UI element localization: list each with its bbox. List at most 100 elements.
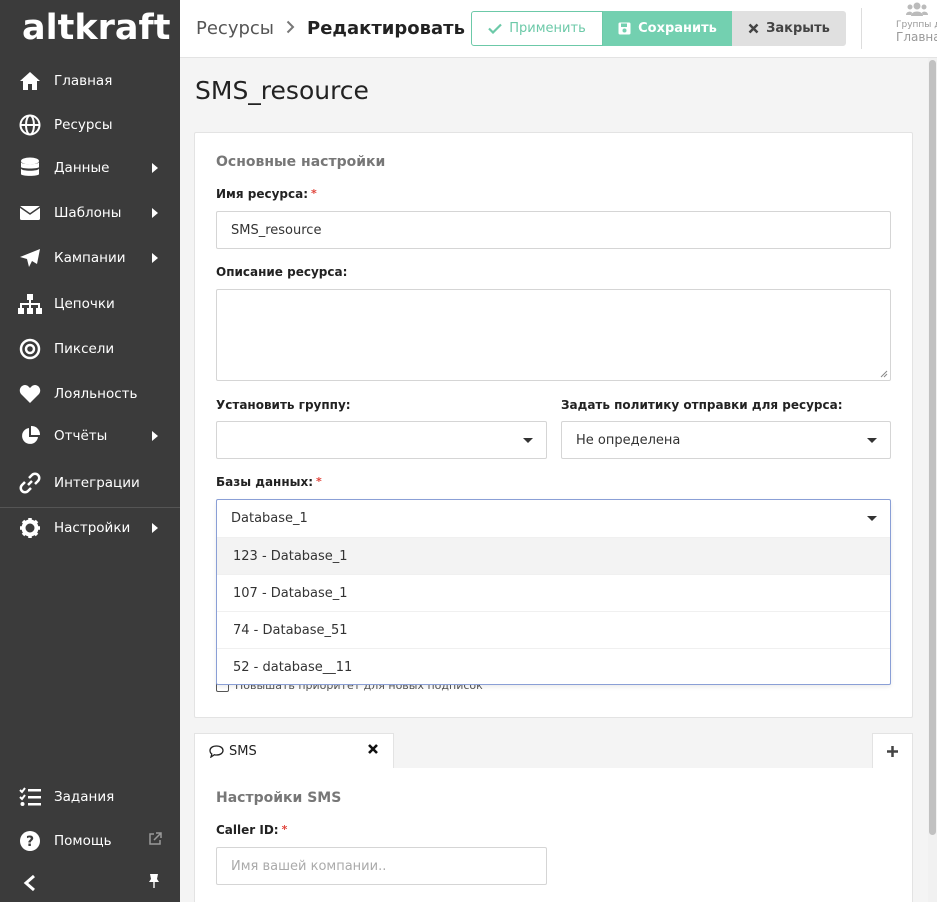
database-icon — [18, 156, 42, 180]
resource-name-label: Имя ресурса: * — [216, 187, 317, 201]
sidebar-item-help[interactable]: ? Помощь — [0, 821, 180, 861]
apply-button[interactable]: Применить — [471, 11, 603, 46]
policy-select[interactable]: Не определена — [561, 421, 891, 459]
envelope-icon — [18, 201, 42, 225]
caret-down-icon — [867, 438, 877, 443]
question-icon: ? — [18, 829, 42, 853]
chevron-right-icon — [286, 19, 295, 38]
scrollbar-thumb[interactable] — [929, 60, 936, 835]
database-option[interactable]: 74 - Database_51 — [217, 611, 890, 648]
page-scrollbar[interactable] — [928, 58, 937, 902]
target-icon — [18, 337, 42, 361]
sidebar-item-settings[interactable]: Настройки — [0, 508, 180, 548]
sidebar-item-label: Отчёты — [54, 428, 108, 444]
databases-dropdown[interactable]: Database_1 123 - Database_1 107 - Databa… — [216, 499, 891, 685]
databases-selected-text: Database_1 — [231, 511, 308, 526]
sidebar-item-reports[interactable]: Отчёты — [0, 416, 180, 456]
sidebar-item-label: Настройки — [54, 520, 131, 536]
sidebar-item-templates[interactable]: Шаблоны — [0, 193, 180, 233]
pie-chart-icon — [18, 424, 42, 448]
policy-select-value: Не определена — [576, 432, 681, 448]
group-select[interactable] — [216, 421, 547, 459]
caller-id-label: Caller ID: * — [216, 823, 287, 837]
sidebar-item-data[interactable]: Данные — [0, 148, 180, 188]
comment-icon — [209, 745, 224, 758]
close-icon[interactable] — [367, 743, 379, 755]
save-button[interactable]: Сохранить — [603, 11, 732, 46]
sidebar-item-loyalty[interactable]: Лояльность — [0, 374, 180, 414]
apply-button-label: Применить — [509, 21, 586, 36]
sidebar-item-label: Данные — [54, 160, 110, 176]
sidebar-item-home[interactable]: Главная — [0, 61, 180, 101]
databases-select-value[interactable]: Database_1 — [217, 500, 890, 537]
required-mark: * — [316, 475, 322, 488]
tab-sms-label: SMS — [229, 744, 257, 759]
database-option[interactable]: 52 - database__11 — [217, 648, 890, 685]
section-title: Основные настройки — [216, 154, 386, 170]
users-icon — [905, 2, 928, 16]
sidebar-item-pixels[interactable]: Пиксели — [0, 329, 180, 369]
chevron-right-icon — [152, 523, 158, 533]
close-button[interactable]: Закрыть — [732, 11, 846, 46]
caller-id-placeholder: Имя вашей компании.. — [231, 858, 387, 874]
sidebar-item-integrations[interactable]: Интеграции — [0, 463, 180, 503]
sidebar-item-label: Помощь — [54, 833, 112, 849]
divider — [861, 8, 862, 49]
tasks-icon — [18, 785, 42, 809]
resource-name-input[interactable]: SMS_resource — [216, 211, 891, 249]
group-label: Установить группу: — [216, 398, 351, 412]
sitemap-icon — [18, 292, 42, 316]
paper-plane-icon — [18, 246, 42, 270]
sms-settings-title: Настройки SMS — [216, 790, 342, 806]
required-mark: * — [281, 823, 288, 836]
group-selector[interactable]: Группы д Главна — [896, 2, 937, 44]
add-tab-button[interactable] — [872, 733, 913, 769]
heart-icon — [18, 382, 42, 406]
databases-label: Базы данных: * — [216, 475, 322, 489]
sidebar-item-tasks[interactable]: Задания — [0, 777, 180, 817]
chevron-right-icon — [152, 253, 158, 263]
resource-name-label-text: Имя ресурса: — [216, 187, 308, 201]
sidebar: altkraft Главная Ресурсы Данные Шаблоны … — [0, 0, 180, 902]
group-selector-value: Главна — [896, 30, 937, 44]
database-option[interactable]: 123 - Database_1 — [217, 537, 890, 574]
chevron-left-icon[interactable] — [18, 871, 42, 895]
globe-icon — [18, 113, 42, 137]
sidebar-item-label: Ресурсы — [54, 117, 113, 133]
description-textarea[interactable] — [216, 289, 891, 381]
breadcrumb-parent[interactable]: Ресурсы — [196, 18, 274, 39]
page-title: SMS_resource — [195, 76, 369, 105]
sidebar-item-resources[interactable]: Ресурсы — [0, 105, 180, 145]
gear-icon — [18, 516, 42, 540]
sidebar-item-chains[interactable]: Цепочки — [0, 284, 180, 324]
check-icon — [488, 23, 503, 34]
sidebar-item-label: Кампании — [54, 250, 126, 266]
chevron-right-icon — [152, 431, 158, 441]
pin-icon[interactable] — [148, 873, 160, 893]
tab-sms[interactable]: SMS — [194, 733, 394, 769]
close-button-label: Закрыть — [766, 21, 830, 36]
home-icon — [18, 69, 42, 93]
top-header: Ресурсы Редактировать Применить Сохранит… — [180, 0, 937, 58]
caller-id-input[interactable]: Имя вашей компании.. — [216, 847, 547, 885]
required-mark: * — [311, 187, 317, 200]
caret-down-icon — [867, 516, 877, 521]
sidebar-item-label: Главная — [54, 73, 113, 89]
database-option[interactable]: 107 - Database_1 — [217, 574, 890, 611]
sidebar-item-label: Лояльность — [54, 386, 138, 402]
svg-text:?: ? — [26, 834, 34, 850]
resize-handle-icon[interactable] — [880, 370, 888, 378]
breadcrumb-current: Редактировать — [307, 18, 465, 39]
close-icon — [748, 23, 759, 34]
sidebar-item-campaigns[interactable]: Кампании — [0, 238, 180, 278]
sidebar-item-label: Интеграции — [54, 475, 140, 491]
logo[interactable]: altkraft — [22, 6, 170, 50]
caller-id-label-text: Caller ID: — [216, 823, 279, 837]
group-selector-label: Группы д — [896, 20, 937, 30]
description-label: Описание ресурса: — [216, 265, 348, 279]
policy-label: Задать политику отправки для ресурса: — [561, 398, 843, 412]
sidebar-item-label: Шаблоны — [54, 205, 122, 221]
link-icon — [18, 471, 42, 495]
breadcrumb: Ресурсы Редактировать — [196, 18, 465, 39]
sidebar-item-label: Пиксели — [54, 341, 115, 357]
